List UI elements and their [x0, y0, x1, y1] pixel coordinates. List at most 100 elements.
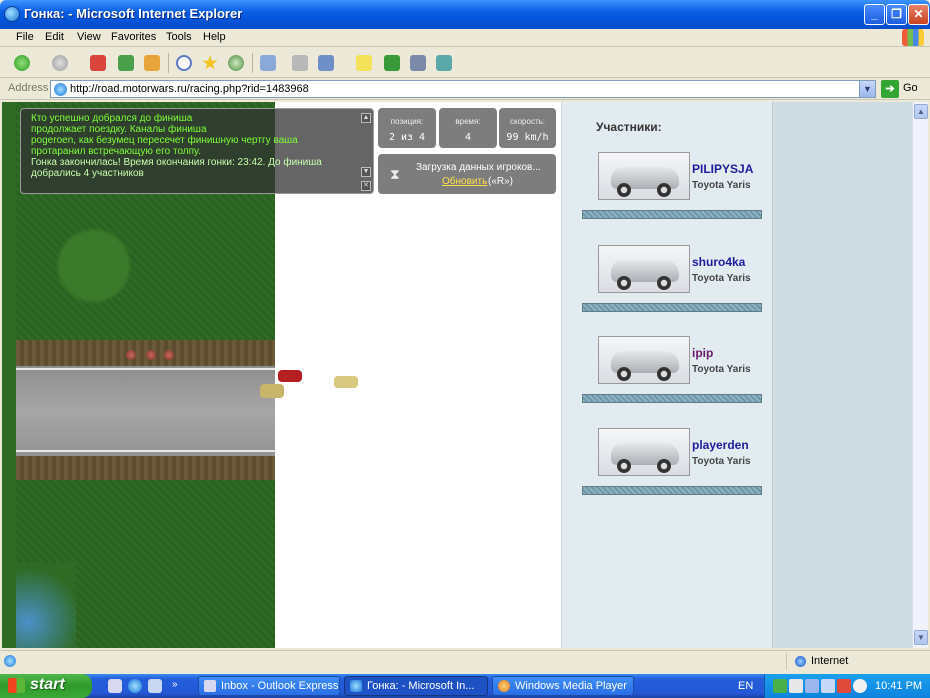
stop-icon[interactable] [90, 55, 106, 71]
barrier-cone [126, 350, 136, 360]
right-margin-panel [772, 102, 912, 648]
participant-card[interactable]: shuro4ka Toyota Yaris [578, 245, 763, 312]
participant-progress-bar [582, 486, 762, 495]
menu-help[interactable]: Help [203, 31, 226, 43]
go-arrow-icon[interactable]: ➔ [881, 80, 899, 98]
menu-bar: File Edit View Favorites Tools Help [0, 29, 930, 47]
stat-value: 2 из 4 [388, 132, 426, 143]
console-scroll-up-icon[interactable]: ▲ [361, 113, 371, 123]
zone-label: Internet [811, 655, 849, 667]
search-icon[interactable] [176, 55, 192, 71]
address-url[interactable]: http://road.motorwars.ru/racing.php?rid=… [70, 83, 309, 95]
toolbar [0, 48, 930, 78]
mail-icon[interactable] [260, 55, 276, 71]
menu-tools[interactable]: Tools [166, 31, 192, 43]
discuss-icon[interactable] [356, 55, 372, 71]
participant-progress-bar [582, 210, 762, 219]
participant-card[interactable]: PILIPYSJA Toyota Yaris [578, 152, 763, 219]
race-log-console: Кто успешно добрался до финиша продолжае… [20, 108, 374, 194]
scroll-down-icon[interactable]: ▼ [914, 630, 928, 645]
task-ie[interactable]: Гонка: - Microsoft In... [344, 676, 488, 696]
address-bar: Address http://road.motorwars.ru/racing.… [0, 78, 930, 100]
vertical-scrollbar[interactable]: ▲ ▼ [912, 102, 928, 648]
tray-security-icon[interactable] [837, 679, 851, 693]
taskbar: start » Inbox - Outlook Express Гонка: -… [0, 674, 930, 698]
address-label: Address [8, 82, 49, 94]
menu-favorites[interactable]: Favorites [111, 31, 156, 43]
car-photo [598, 428, 690, 476]
participant-car-model: Toyota Yaris [692, 273, 751, 284]
participant-card[interactable]: playerden Toyota Yaris [578, 428, 763, 495]
barrier-cone [146, 350, 156, 360]
menu-edit[interactable]: Edit [45, 31, 64, 43]
language-indicator[interactable]: EN [738, 680, 753, 692]
ie-icon [350, 680, 362, 692]
log-line: pogeroen, как безумец пересечет финишную… [31, 135, 298, 146]
console-scroll-down-icon[interactable]: ▼ [361, 167, 371, 177]
task-label: Гонка: - Microsoft In... [367, 680, 475, 692]
windows-logo-icon [902, 29, 924, 46]
start-button[interactable]: start [0, 674, 92, 698]
participant-name[interactable]: PILIPYSJA [692, 162, 753, 176]
tray-network-icon[interactable] [773, 679, 787, 693]
scroll-up-icon[interactable]: ▲ [914, 104, 928, 119]
system-tray: 10:41 PM [764, 674, 930, 698]
address-dropdown-icon[interactable]: ▼ [859, 81, 875, 97]
participant-card[interactable]: ipip Toyota Yaris [578, 336, 763, 403]
car-photo [598, 245, 690, 293]
window-title: Гонка: - Microsoft Internet Explorer [24, 6, 243, 21]
quicklaunch-expand-icon[interactable]: » [172, 679, 186, 693]
quicklaunch-outlook-icon[interactable] [108, 679, 122, 693]
maximize-button[interactable]: ❐ [886, 4, 907, 25]
outlook-icon [204, 680, 216, 692]
tray-app-icon[interactable] [789, 679, 803, 693]
minimize-button[interactable]: _ [864, 4, 885, 25]
toolbar-separator [252, 53, 253, 73]
title-bar[interactable]: Гонка: - Microsoft Internet Explorer _ ❐… [0, 0, 930, 29]
tools-extra-icon[interactable] [436, 55, 452, 71]
go-button[interactable]: Go [903, 82, 918, 94]
page-viewport: Кто успешно добрался до финиша продолжае… [2, 102, 912, 648]
favorites-star-icon[interactable] [202, 55, 218, 70]
forward-icon[interactable] [52, 55, 68, 71]
messenger-icon[interactable] [384, 55, 400, 71]
research-icon[interactable] [410, 55, 426, 71]
dirt-strip-bottom [16, 454, 275, 480]
participants-panel: Участники: PILIPYSJA Toyota Yaris shuro4… [561, 102, 772, 648]
refresh-link[interactable]: Обновить [442, 176, 487, 187]
participant-name[interactable]: shuro4ka [692, 255, 745, 269]
back-icon[interactable] [14, 55, 30, 71]
menu-file[interactable]: File [16, 31, 34, 43]
participant-name[interactable]: ipip [692, 346, 713, 360]
security-zone: Internet [786, 653, 926, 670]
stat-value: 99 km/h [506, 132, 549, 143]
print-icon[interactable] [292, 55, 308, 71]
stat-value: 4 [464, 132, 472, 143]
tray-update-icon[interactable] [821, 679, 835, 693]
edit-icon[interactable] [318, 55, 334, 71]
taskbar-clock[interactable]: 10:41 PM [875, 680, 922, 692]
task-label: Inbox - Outlook Express [221, 680, 339, 692]
history-icon[interactable] [228, 55, 244, 71]
console-close-icon[interactable]: ✕ [361, 181, 371, 191]
stat-label: позиция: [390, 117, 424, 126]
participant-car-model: Toyota Yaris [692, 180, 751, 191]
task-media-player[interactable]: Windows Media Player [492, 676, 634, 696]
refresh-icon[interactable] [118, 55, 134, 71]
status-bar: Internet [0, 650, 930, 672]
tray-display-icon[interactable] [805, 679, 819, 693]
quicklaunch-ie-icon[interactable] [128, 679, 142, 693]
participant-progress-bar [582, 394, 762, 403]
stat-position: позиция: 2 из 4 [378, 108, 436, 148]
quicklaunch-desktop-icon[interactable] [148, 679, 162, 693]
menu-view[interactable]: View [77, 31, 101, 43]
close-button[interactable]: ✕ [908, 4, 929, 25]
participant-name[interactable]: playerden [692, 438, 749, 452]
loading-message: Загрузка данных игроков... [416, 162, 541, 173]
home-icon[interactable] [144, 55, 160, 71]
task-outlook[interactable]: Inbox - Outlook Express [198, 676, 340, 696]
barrier-cone [164, 350, 174, 360]
ie-window: Гонка: - Microsoft Internet Explorer _ ❐… [0, 0, 930, 698]
address-input[interactable]: http://road.motorwars.ru/racing.php?rid=… [50, 80, 876, 98]
tray-volume-icon[interactable] [853, 679, 867, 693]
